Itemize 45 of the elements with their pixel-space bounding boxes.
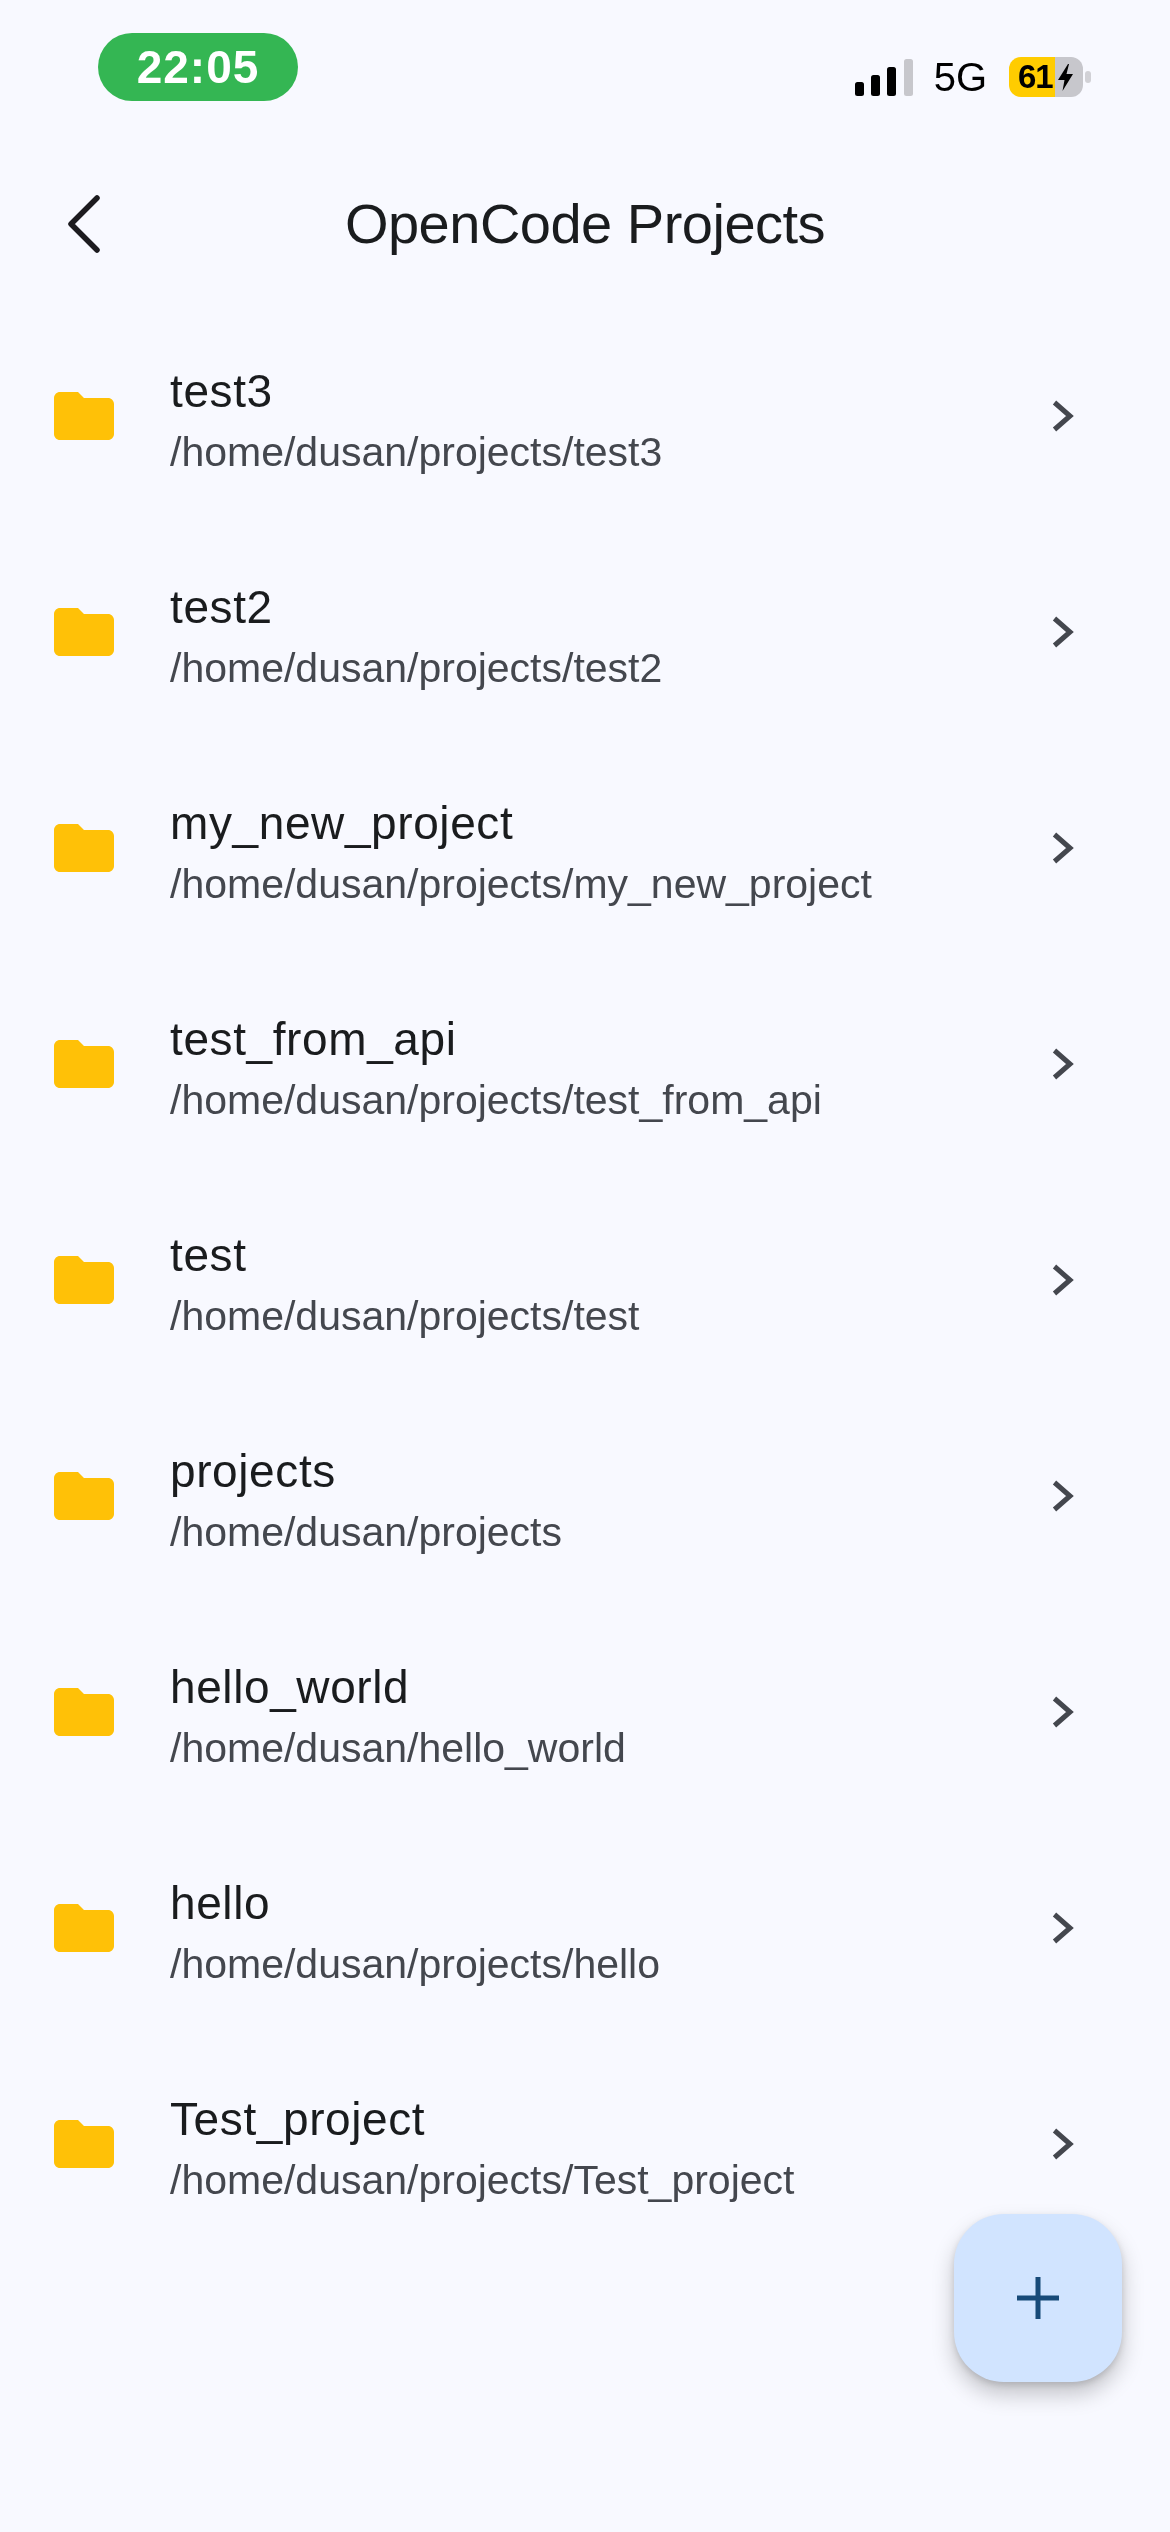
project-name: test <box>170 1228 247 1283</box>
project-name: projects <box>170 1444 336 1499</box>
project-path: /home/dusan/projects/test3 <box>170 428 663 477</box>
folder-icon <box>54 824 114 872</box>
chevron-right-icon <box>1051 399 1075 433</box>
project-name: test3 <box>170 364 273 419</box>
project-path: /home/dusan/projects/test2 <box>170 644 663 693</box>
project-name: hello <box>170 1876 271 1931</box>
project-path: /home/dusan/projects/hello <box>170 1940 661 1989</box>
chevron-right-icon <box>1051 1263 1075 1297</box>
folder-icon <box>54 1256 114 1304</box>
project-name: Test_project <box>170 2092 426 2147</box>
plus-icon <box>1017 2277 1059 2319</box>
project-name: test2 <box>170 580 273 635</box>
project-path: /home/dusan/projects <box>170 1508 562 1557</box>
project-path: /home/dusan/projects/my_new_project <box>170 860 872 909</box>
folder-icon <box>54 1904 114 1952</box>
chevron-right-icon <box>1051 615 1075 649</box>
chevron-right-icon <box>1051 1695 1075 1729</box>
chevron-right-icon <box>1051 1479 1075 1513</box>
signal-icon <box>854 58 913 96</box>
folder-icon <box>54 1040 114 1088</box>
folder-icon <box>54 1472 114 1520</box>
project-name: test_from_api <box>170 1012 457 1067</box>
folder-icon <box>54 1688 114 1736</box>
chevron-right-icon <box>1051 1047 1075 1081</box>
chevron-right-icon <box>1051 2127 1075 2161</box>
folder-icon <box>54 392 114 440</box>
folder-icon <box>54 608 114 656</box>
network-label: 5G <box>933 57 987 97</box>
project-path: /home/dusan/hello_world <box>170 1724 626 1773</box>
battery-percentage: 61 <box>1018 57 1053 97</box>
project-path: /home/dusan/projects/test_from_api <box>170 1076 822 1125</box>
project-path: /home/dusan/projects/Test_project <box>170 2156 795 2205</box>
battery-icon <box>1009 57 1091 97</box>
project-path: /home/dusan/projects/test <box>170 1292 640 1341</box>
project-name: hello_world <box>170 1660 410 1715</box>
screen-title: OpenCode Projects <box>344 191 826 257</box>
chevron-left-icon <box>67 195 101 253</box>
project-name: my_new_project <box>170 796 514 851</box>
folder-icon <box>54 2120 114 2168</box>
clock-time: 22:05 <box>98 33 298 101</box>
chevron-right-icon <box>1051 831 1075 865</box>
back-button[interactable] <box>67 195 101 253</box>
chevron-right-icon <box>1051 1911 1075 1945</box>
